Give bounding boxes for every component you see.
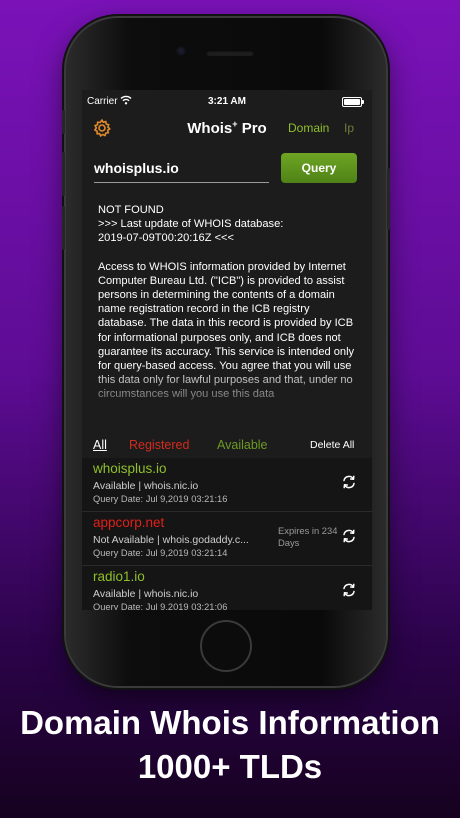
status-time: 3:21 AM	[208, 96, 246, 107]
result-status-paragraph: NOT FOUND >>> Last update of WHOIS datab…	[98, 204, 284, 245]
earpiece-speaker	[206, 50, 254, 56]
caption-subline: 1000+ TLDs	[137, 748, 323, 785]
refresh-icon[interactable]	[341, 474, 357, 490]
tab-ip[interactable]: Ip	[344, 121, 354, 135]
nav-bar: Whois+ Pro Domain Ip	[82, 112, 372, 144]
query-date: Query Date: Jul 9,2019 03:21:06	[93, 602, 228, 610]
refresh-icon[interactable]	[341, 528, 357, 544]
filter-tabs: All Registered Available Delete All	[82, 435, 372, 457]
volume-up-button	[62, 152, 65, 196]
domain-row[interactable]: appcorp.net Not Available | whois.godadd…	[82, 512, 372, 566]
filter-all[interactable]: All	[93, 438, 107, 452]
domain-name: whoisplus.io	[93, 461, 167, 476]
silent-switch	[62, 110, 65, 134]
domain-input[interactable]	[94, 154, 269, 183]
domain-info: Not Available | whois.godaddy.c...	[93, 534, 249, 546]
filter-registered[interactable]: Registered	[129, 438, 189, 452]
domain-row[interactable]: whoisplus.io Available | whois.nic.io Qu…	[82, 458, 372, 512]
delete-all-button[interactable]: Delete All	[310, 439, 354, 451]
expiry-label: Expires in 234 Days	[278, 525, 338, 548]
home-button[interactable]	[200, 620, 252, 672]
domain-name: radio1.io	[93, 569, 145, 584]
battery-icon	[342, 97, 364, 107]
tab-domain[interactable]: Domain	[288, 121, 329, 135]
volume-down-button	[62, 206, 65, 250]
caption-headline: Domain Whois Information	[20, 704, 440, 741]
domain-history-list: whoisplus.io Available | whois.nic.io Qu…	[82, 458, 372, 610]
query-date: Query Date: Jul 9,2019 03:21:16	[93, 494, 228, 504]
domain-name: appcorp.net	[93, 515, 165, 530]
power-button	[387, 168, 390, 230]
query-button[interactable]: Query	[281, 153, 357, 183]
filter-available[interactable]: Available	[217, 438, 268, 452]
query-row: Query	[82, 148, 372, 190]
status-bar: Carrier 3:21 AM	[82, 90, 372, 112]
domain-row[interactable]: radio1.io Available | whois.nic.io Query…	[82, 566, 372, 610]
domain-info: Available | whois.nic.io	[93, 480, 199, 492]
domain-info: Available | whois.nic.io	[93, 588, 199, 600]
query-date: Query Date: Jul 9,2019 03:21:14	[93, 548, 228, 558]
refresh-icon[interactable]	[341, 582, 357, 598]
result-fade-overlay	[82, 365, 372, 425]
front-camera	[176, 46, 186, 56]
app-screen: Carrier 3:21 AM Whois+ Pro Domain Ip Que…	[82, 90, 372, 610]
